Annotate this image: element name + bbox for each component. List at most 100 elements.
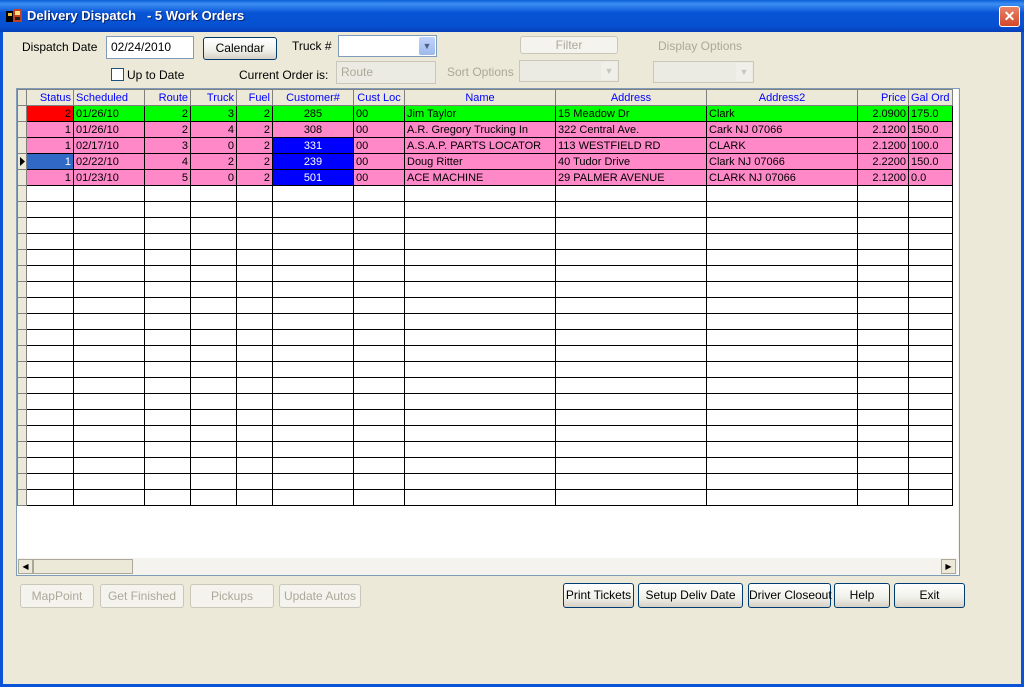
- cell-truck[interactable]: [190, 345, 237, 362]
- cell-customer[interactable]: [272, 185, 354, 202]
- cell-truck[interactable]: [190, 409, 237, 426]
- column-header-address[interactable]: Address: [555, 89, 707, 106]
- cell-status[interactable]: [26, 377, 74, 394]
- cell-price[interactable]: [857, 281, 909, 298]
- cell-scheduled[interactable]: [73, 409, 145, 426]
- cell-price[interactable]: [857, 361, 909, 378]
- cell-scheduled[interactable]: [73, 297, 145, 314]
- driver-closeout-button[interactable]: Driver Closeout: [748, 583, 832, 608]
- cell-scheduled[interactable]: [73, 345, 145, 362]
- cell-gal[interactable]: [908, 281, 953, 298]
- exit-button[interactable]: Exit: [894, 583, 965, 608]
- cell-custloc[interactable]: 00: [353, 121, 405, 138]
- cell-truck[interactable]: [190, 457, 237, 474]
- cell-custloc[interactable]: [353, 489, 405, 506]
- cell-customer[interactable]: [272, 265, 354, 282]
- cell-fuel[interactable]: [236, 201, 273, 218]
- cell-name[interactable]: Jim Taylor: [404, 105, 556, 122]
- cell-customer[interactable]: [272, 345, 354, 362]
- cell-truck[interactable]: 2: [190, 153, 237, 170]
- cell-name[interactable]: A.R. Gregory Trucking In: [404, 121, 556, 138]
- cell-scheduled[interactable]: [73, 489, 145, 506]
- horizontal-scroll-thumb[interactable]: [33, 559, 133, 574]
- cell-route[interactable]: [144, 281, 191, 298]
- cell-truck[interactable]: [190, 489, 237, 506]
- cell-status[interactable]: [26, 345, 74, 362]
- cell-address2[interactable]: [706, 489, 858, 506]
- cell-customer[interactable]: [272, 233, 354, 250]
- cell-truck[interactable]: [190, 297, 237, 314]
- row-indicator[interactable]: [17, 297, 27, 314]
- cell-price[interactable]: [857, 217, 909, 234]
- cell-route[interactable]: [144, 409, 191, 426]
- dispatch-date-input[interactable]: 02/24/2010: [106, 36, 194, 59]
- cell-status[interactable]: 1: [26, 121, 74, 138]
- cell-price[interactable]: [857, 377, 909, 394]
- empty-row[interactable]: [17, 217, 953, 234]
- cell-custloc[interactable]: [353, 473, 405, 490]
- cell-customer[interactable]: [272, 409, 354, 426]
- cell-name[interactable]: [404, 377, 556, 394]
- cell-scheduled[interactable]: [73, 313, 145, 330]
- cell-price[interactable]: [857, 409, 909, 426]
- cell-address[interactable]: [555, 297, 707, 314]
- cell-customer[interactable]: [272, 457, 354, 474]
- cell-address[interactable]: [555, 489, 707, 506]
- cell-fuel[interactable]: 2: [236, 137, 273, 154]
- cell-address2[interactable]: [706, 265, 858, 282]
- row-indicator[interactable]: [17, 121, 27, 138]
- cell-customer[interactable]: [272, 441, 354, 458]
- cell-gal[interactable]: [908, 457, 953, 474]
- cell-fuel[interactable]: [236, 473, 273, 490]
- cell-fuel[interactable]: [236, 425, 273, 442]
- cell-route[interactable]: [144, 441, 191, 458]
- cell-name[interactable]: [404, 281, 556, 298]
- cell-route[interactable]: 4: [144, 153, 191, 170]
- table-row[interactable]: 1 01/26/10 2 4 2 308 00 A.R. Gregory Trucking I…: [17, 121, 953, 138]
- cell-scheduled[interactable]: [73, 329, 145, 346]
- empty-row[interactable]: [17, 377, 953, 394]
- cell-address[interactable]: [555, 425, 707, 442]
- cell-address[interactable]: [555, 473, 707, 490]
- cell-gal[interactable]: [908, 393, 953, 410]
- cell-customer[interactable]: [272, 249, 354, 266]
- chevron-down-icon[interactable]: ▼: [419, 37, 435, 55]
- help-button[interactable]: Help: [834, 583, 890, 608]
- cell-status[interactable]: [26, 233, 74, 250]
- cell-route[interactable]: [144, 393, 191, 410]
- cell-status[interactable]: [26, 185, 74, 202]
- cell-customer[interactable]: [272, 313, 354, 330]
- cell-address2[interactable]: [706, 297, 858, 314]
- cell-address2[interactable]: [706, 281, 858, 298]
- cell-custloc[interactable]: [353, 393, 405, 410]
- cell-fuel[interactable]: [236, 361, 273, 378]
- cell-name[interactable]: [404, 313, 556, 330]
- cell-price[interactable]: [857, 393, 909, 410]
- cell-gal[interactable]: [908, 409, 953, 426]
- cell-scheduled[interactable]: [73, 201, 145, 218]
- cell-address[interactable]: [555, 185, 707, 202]
- empty-row[interactable]: [17, 425, 953, 442]
- cell-route[interactable]: [144, 201, 191, 218]
- cell-address[interactable]: [555, 345, 707, 362]
- cell-price[interactable]: [857, 185, 909, 202]
- cell-route[interactable]: [144, 457, 191, 474]
- cell-fuel[interactable]: 2: [236, 121, 273, 138]
- empty-row[interactable]: [17, 201, 953, 218]
- cell-customer[interactable]: 331: [272, 137, 354, 154]
- empty-row[interactable]: [17, 345, 953, 362]
- cell-name[interactable]: [404, 201, 556, 218]
- cell-truck[interactable]: [190, 425, 237, 442]
- cell-price[interactable]: [857, 313, 909, 330]
- cell-customer[interactable]: [272, 361, 354, 378]
- cell-route[interactable]: [144, 489, 191, 506]
- cell-scheduled[interactable]: [73, 217, 145, 234]
- cell-truck[interactable]: 0: [190, 137, 237, 154]
- row-indicator[interactable]: [17, 265, 27, 282]
- cell-address[interactable]: [555, 361, 707, 378]
- cell-truck[interactable]: [190, 329, 237, 346]
- cell-route[interactable]: [144, 233, 191, 250]
- cell-price[interactable]: [857, 345, 909, 362]
- cell-address2[interactable]: [706, 425, 858, 442]
- cell-address2[interactable]: CLARK NJ 07066: [706, 169, 858, 186]
